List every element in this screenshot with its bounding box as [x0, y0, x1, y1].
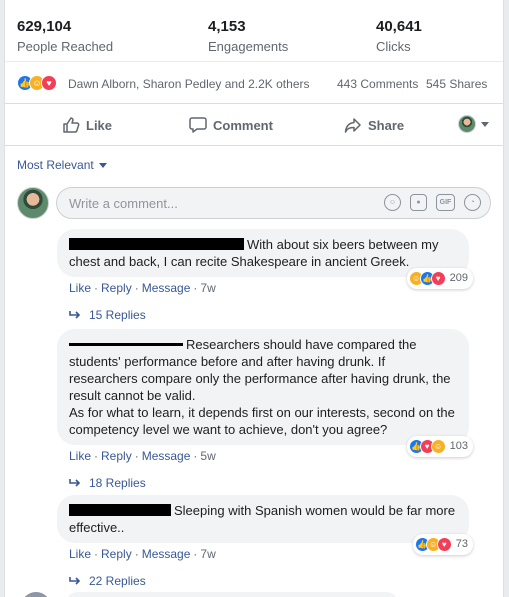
- comment-sort-dropdown[interactable]: Most Relevant: [17, 158, 107, 172]
- comment-reactions[interactable]: 👍 ♥ ☺ 103: [406, 436, 473, 457]
- redacted-author-name: [69, 504, 171, 516]
- comment-reply-link[interactable]: Reply: [101, 547, 132, 561]
- post-actions: Like Comment Share: [5, 104, 503, 146]
- avatar: [458, 115, 476, 133]
- like-button[interactable]: Like: [62, 116, 112, 134]
- sort-label: Most Relevant: [17, 158, 94, 172]
- reaction-count: 209: [449, 272, 468, 284]
- post-insights: 629,104 People Reached 4,153 Engagements…: [5, 0, 503, 62]
- love-icon: ♥: [41, 75, 57, 91]
- comment-bubble: [67, 592, 397, 597]
- stat-value: 4,153: [208, 18, 246, 35]
- comment-message-link[interactable]: Message: [142, 547, 191, 561]
- comment-like-link[interactable]: Like: [69, 281, 91, 295]
- comment-message-link[interactable]: Message: [142, 449, 191, 463]
- like-label: Like: [86, 117, 113, 133]
- comment-text-continued: As for what to learn, it depends first o…: [69, 405, 455, 437]
- reaction-count: 73: [455, 538, 468, 550]
- comment-like-link[interactable]: Like: [69, 449, 91, 463]
- comment-reply-link[interactable]: Reply: [101, 449, 132, 463]
- reaction-count: 103: [449, 440, 468, 452]
- comment-time[interactable]: 7w: [200, 547, 215, 561]
- thumbs-up-icon: [63, 117, 80, 133]
- haha-icon: ☺: [430, 439, 446, 454]
- stat-label: People Reached: [17, 39, 114, 54]
- stat-engagements: 4,153 Engagements: [208, 18, 288, 54]
- comment-reactions[interactable]: ☺ 👍 ♥ 209: [406, 268, 473, 289]
- sticker-icon[interactable]: ◔: [464, 194, 481, 211]
- comment-icon: [189, 117, 207, 133]
- comment-button[interactable]: Comment: [189, 116, 273, 134]
- comment-item: With about six beers between my chest an…: [57, 229, 497, 322]
- share-button[interactable]: Share: [344, 116, 404, 134]
- love-icon: ♥: [430, 271, 446, 286]
- view-replies-link[interactable]: 22 Replies: [57, 574, 497, 588]
- comments-count-link[interactable]: 443 Comments: [337, 77, 418, 91]
- replies-count: 22 Replies: [89, 574, 146, 588]
- comment-time[interactable]: 5w: [200, 449, 215, 463]
- stat-value: 40,641: [376, 18, 422, 35]
- emoji-icon[interactable]: ☺: [384, 194, 401, 211]
- comment-bubble: Sleeping with Spanish women would be far…: [57, 495, 473, 555]
- reactions-summary: 👍 ☺ ♥ Dawn Alborn, Sharon Pedley and 2.2…: [5, 62, 503, 104]
- avatar: [21, 592, 51, 597]
- comment-item: Sleeping with Spanish women would be far…: [57, 495, 497, 588]
- camera-icon[interactable]: ●: [410, 194, 427, 211]
- post-as-selector[interactable]: [458, 115, 489, 133]
- view-replies-link[interactable]: 15 Replies: [57, 308, 497, 322]
- stat-value: 629,104: [17, 18, 72, 35]
- comment-composer: Write a comment... ☺ ● GIF ◔: [17, 185, 491, 221]
- reply-arrow-icon: [69, 311, 81, 319]
- composer-tools: ☺ ● GIF ◔: [384, 194, 481, 211]
- comment-time[interactable]: 7w: [200, 281, 215, 295]
- love-icon: ♥: [436, 537, 452, 552]
- comment-bubble: Researchers should have compared the stu…: [57, 329, 473, 457]
- comment-reactions[interactable]: 👍 ☺ ♥ 73: [412, 534, 473, 555]
- post-card: 629,104 People Reached 4,153 Engagements…: [4, 0, 504, 597]
- redacted-author-name: [69, 238, 244, 250]
- view-replies-link[interactable]: 18 Replies: [57, 476, 497, 490]
- comment-label: Comment: [213, 117, 273, 133]
- chevron-down-icon: [481, 121, 489, 127]
- replies-count: 18 Replies: [89, 476, 146, 490]
- shares-count-link[interactable]: 545 Shares: [426, 77, 487, 91]
- stat-label: Engagements: [208, 39, 289, 54]
- redacted-author-name: [69, 343, 183, 346]
- reactor-names-link[interactable]: Dawn Alborn, Sharon Pedley and 2.2K othe…: [68, 77, 310, 91]
- share-icon: [344, 118, 361, 133]
- comment-input-placeholder: Write a comment...: [69, 196, 178, 211]
- chevron-down-icon: [98, 162, 107, 168]
- stat-label: Clicks: [376, 39, 411, 54]
- avatar: [17, 187, 49, 219]
- comment-text: Researchers should have compared the stu…: [69, 337, 451, 403]
- reply-arrow-icon: [69, 577, 81, 585]
- comment-bubble: With about six beers between my chest an…: [57, 229, 473, 289]
- reply-arrow-icon: [69, 479, 81, 487]
- comment-like-link[interactable]: Like: [69, 547, 91, 561]
- comment-message-link[interactable]: Message: [142, 281, 191, 295]
- share-label: Share: [368, 117, 405, 133]
- stat-clicks: 40,641 Clicks: [376, 18, 422, 54]
- gif-icon[interactable]: GIF: [436, 194, 455, 211]
- stat-people-reached: 629,104 People Reached: [17, 18, 113, 54]
- comment-reply-link[interactable]: Reply: [101, 281, 132, 295]
- reaction-icons[interactable]: 👍 ☺ ♥: [17, 75, 57, 91]
- replies-count: 15 Replies: [89, 308, 146, 322]
- comment-item: Researchers should have compared the stu…: [57, 329, 497, 490]
